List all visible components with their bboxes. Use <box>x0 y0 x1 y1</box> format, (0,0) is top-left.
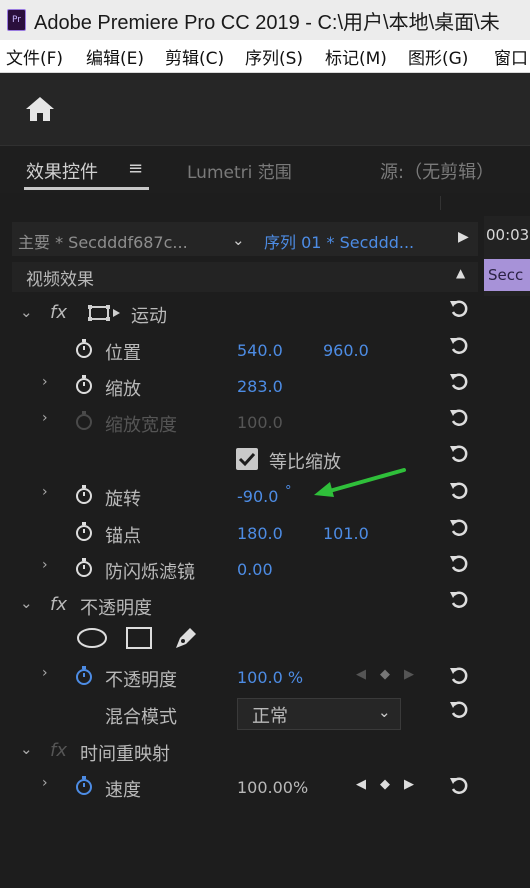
tab-source[interactable]: 源:（无剪辑） <box>380 158 494 184</box>
reset-icon[interactable] <box>448 407 470 429</box>
blend-mode-label: 混合模式 <box>105 707 177 728</box>
collapse-chevron-icon[interactable]: ⌄ <box>20 303 33 321</box>
reset-icon[interactable] <box>448 335 470 357</box>
menu-edit[interactable]: 编辑(E) <box>86 44 144 69</box>
stopwatch-active-icon[interactable] <box>74 665 94 687</box>
fx-badge[interactable]: fx <box>50 302 67 323</box>
separator <box>440 196 441 210</box>
fx-badge-disabled: fx <box>50 740 67 761</box>
time-remap-label: 时间重映射 <box>80 744 170 765</box>
menu-file[interactable]: 文件(F) <box>6 44 63 69</box>
reset-icon[interactable] <box>448 443 470 465</box>
reset-icon[interactable] <box>448 298 470 320</box>
collapse-chevron-icon[interactable]: ⌄ <box>20 740 33 758</box>
rectangle-mask-icon[interactable] <box>125 626 153 650</box>
blend-mode-value: 正常 <box>252 706 288 727</box>
motion-label: 运动 <box>131 306 167 327</box>
opacity-label: 不透明度 <box>105 670 177 691</box>
opacity-value[interactable]: 100.0 % <box>237 668 303 687</box>
motion-transform-icon[interactable] <box>88 303 122 323</box>
position-x-value[interactable]: 540.0 <box>237 341 283 360</box>
rotation-value[interactable]: -90.0 <box>237 487 278 506</box>
premiere-app-icon: Pr <box>7 9 26 31</box>
timeline-clip[interactable]: Secc <box>484 259 530 291</box>
tab-lumetri-scopes[interactable]: Lumetri 范围 <box>187 158 292 183</box>
stopwatch-icon[interactable] <box>74 557 94 579</box>
opacity-effect-label: 不透明度 <box>80 598 152 619</box>
tab-effect-controls[interactable]: 效果控件 <box>26 158 98 184</box>
reset-icon[interactable] <box>448 480 470 502</box>
menu-graphics[interactable]: 图形(G) <box>408 44 468 69</box>
position-y-value[interactable]: 960.0 <box>323 341 369 360</box>
reset-icon[interactable] <box>448 517 470 539</box>
anchor-x-value[interactable]: 180.0 <box>237 524 283 543</box>
stopwatch-icon[interactable] <box>74 374 94 396</box>
expand-chevron-icon[interactable]: › <box>42 557 48 573</box>
add-keyframe-icon[interactable]: ◆ <box>380 667 390 682</box>
next-keyframe-icon[interactable]: ▶ <box>404 777 414 792</box>
position-label: 位置 <box>105 343 141 364</box>
timecode: 00:03 <box>486 226 530 244</box>
blend-mode-select[interactable]: 正常 ⌄ <box>237 698 401 730</box>
anchor-label: 锚点 <box>105 526 141 547</box>
reset-icon[interactable] <box>448 665 470 687</box>
add-keyframe-icon[interactable]: ◆ <box>380 777 390 792</box>
anti-flicker-label: 防闪烁滤镜 <box>105 562 195 583</box>
reset-icon[interactable] <box>448 775 470 797</box>
prev-keyframe-icon[interactable]: ◀ <box>356 777 366 792</box>
scale-width-label: 缩放宽度 <box>105 415 177 436</box>
pen-mask-icon[interactable] <box>172 624 200 652</box>
anti-flicker-value[interactable]: 0.00 <box>237 560 273 579</box>
scroll-up-icon[interactable]: ▲ <box>456 266 465 280</box>
reset-icon[interactable] <box>448 371 470 393</box>
stopwatch-icon <box>76 411 92 430</box>
scale-width-value: 100.0 <box>237 413 283 432</box>
prev-keyframe-icon[interactable]: ◀ <box>356 667 366 682</box>
stopwatch-icon[interactable] <box>74 484 94 506</box>
expand-chevron-icon[interactable]: › <box>42 374 48 390</box>
panel-menu-icon[interactable]: ≡ <box>128 158 143 179</box>
expand-chevron-icon[interactable]: › <box>42 484 48 500</box>
collapse-chevron-icon[interactable]: ⌄ <box>20 594 33 612</box>
speed-label: 速度 <box>105 780 141 801</box>
master-clip-label[interactable]: 主要 * Secdddf687c... <box>18 229 188 253</box>
reset-icon[interactable] <box>448 589 470 611</box>
stopwatch-active-icon[interactable] <box>74 775 94 797</box>
window-title: Adobe Premiere Pro CC 2019 - C:\用户\本地\桌面… <box>34 12 500 34</box>
fx-badge[interactable]: fx <box>50 594 67 615</box>
active-tab-indicator <box>24 187 149 190</box>
reset-icon[interactable] <box>448 699 470 721</box>
scale-label: 缩放 <box>105 379 141 400</box>
video-effects-label: 视频效果 <box>26 270 94 290</box>
scale-value[interactable]: 283.0 <box>237 377 283 396</box>
expand-chevron-icon[interactable]: › <box>42 410 48 426</box>
reset-icon[interactable] <box>448 553 470 575</box>
stopwatch-icon[interactable] <box>74 521 94 543</box>
chevron-down-icon[interactable]: ⌄ <box>232 231 245 249</box>
speed-value[interactable]: 100.00% <box>237 778 308 797</box>
menu-clip[interactable]: 剪辑(C) <box>165 44 224 69</box>
menu-markers[interactable]: 标记(M) <box>325 44 387 69</box>
uniform-scale-checkbox[interactable] <box>236 448 258 470</box>
next-keyframe-icon[interactable]: ▶ <box>404 667 414 682</box>
stopwatch-icon[interactable] <box>74 338 94 360</box>
menu-sequence[interactable]: 序列(S) <box>245 44 303 69</box>
checkmark-icon <box>238 452 256 467</box>
sequence-clip-label[interactable]: 序列 01 * Secddd... <box>264 229 414 253</box>
workspace-bar <box>0 73 530 145</box>
home-icon[interactable] <box>22 92 58 126</box>
annotation-arrow <box>314 468 406 497</box>
anchor-y-value[interactable]: 101.0 <box>323 524 369 543</box>
ellipse-mask-icon[interactable] <box>76 627 108 649</box>
play-triangle-icon[interactable]: ▶ <box>458 229 469 245</box>
menu-window[interactable]: 窗口 <box>494 44 528 69</box>
expand-chevron-icon[interactable]: › <box>42 665 48 681</box>
expand-chevron-icon[interactable]: › <box>42 775 48 791</box>
chevron-down-icon: ⌄ <box>378 703 391 721</box>
rotation-degree-unit: ° <box>285 484 292 499</box>
rotation-label: 旋转 <box>105 489 141 510</box>
